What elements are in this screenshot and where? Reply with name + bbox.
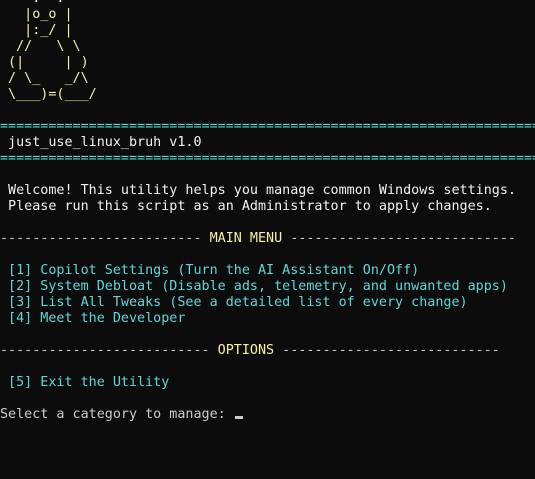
menu-divider: ---------------------------: [274, 343, 500, 358]
ascii-logo-line: \___)=(___/: [0, 87, 97, 102]
menu-item-exit: [5] Exit the Utility: [0, 375, 170, 390]
terminal-output: .--. |o_o | |:_/ | // \ \ (| | ) / \_ _/…: [0, 0, 535, 423]
input-prompt-line[interactable]: Select a category to manage:: [0, 407, 535, 423]
ascii-logo-line: (| | ): [0, 55, 89, 70]
ascii-logo-line: // \ \: [0, 39, 81, 54]
ascii-logo-line: .--.: [0, 0, 535, 7]
menu-item-meet-developer: [4] Meet the Developer: [0, 311, 186, 326]
options-menu-header: -------------------------- OPTIONS -----…: [0, 343, 535, 359]
menu-item-system-debloat: [2] System Debloat (Disable ads, telemet…: [0, 279, 508, 294]
banner-rule-bottom: ========================================…: [0, 151, 535, 166]
main-menu-header: ------------------------- MAIN MENU ----…: [0, 231, 535, 247]
options-menu-label: OPTIONS: [217, 343, 275, 358]
welcome-line-1: Welcome! This utility helps you manage c…: [0, 183, 516, 198]
menu-item-copilot-settings: [1] Copilot Settings (Turn the AI Assist…: [0, 263, 420, 278]
ascii-logo-line: |:_/ |: [0, 23, 73, 38]
ascii-logo-line: / \_ _/\: [0, 71, 89, 86]
app-title: just_use_linux_bruh v1.0: [0, 135, 202, 150]
welcome-line-2: Please run this script as an Administrat…: [0, 199, 492, 214]
menu-divider: --------------------------: [0, 343, 218, 358]
prompt-text: Select a category to manage:: [0, 407, 234, 422]
menu-divider: -------------------------: [0, 231, 210, 246]
text-cursor[interactable]: [234, 416, 243, 419]
ascii-logo-line: |o_o |: [0, 7, 73, 22]
menu-divider: ----------------------------: [282, 231, 516, 246]
banner-rule-top: ========================================…: [0, 119, 535, 134]
main-menu-label: MAIN MENU: [209, 231, 283, 246]
menu-item-list-tweaks: [3] List All Tweaks (See a detailed list…: [0, 295, 468, 310]
